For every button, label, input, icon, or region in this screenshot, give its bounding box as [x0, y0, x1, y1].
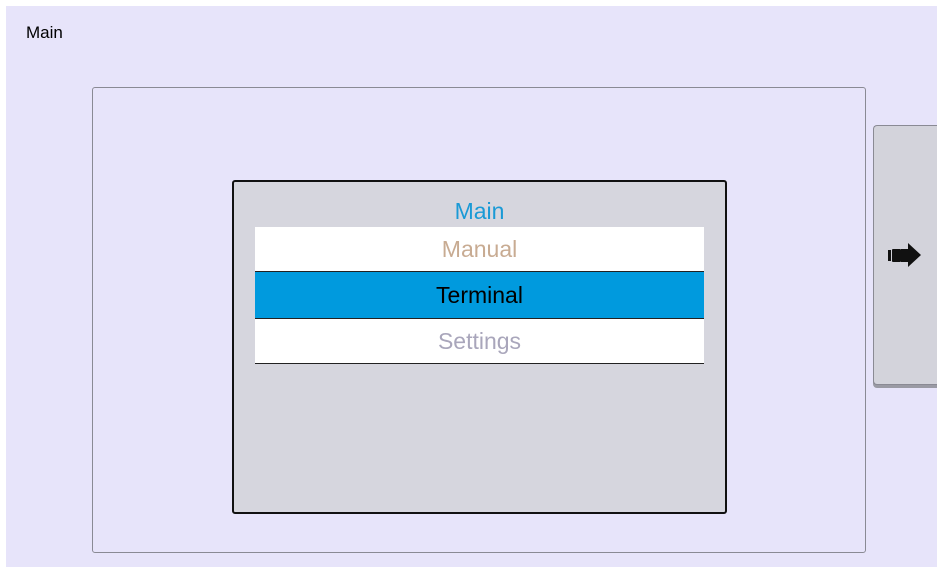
page-title: Main	[26, 23, 63, 42]
screen: Main Main Manual Terminal Settings	[6, 6, 937, 567]
menu-header: Main	[454, 198, 505, 224]
menu-box: Main Manual Terminal Settings	[232, 180, 727, 514]
menu-item-terminal[interactable]: Terminal	[255, 272, 704, 319]
menu-list: Manual Terminal Settings	[255, 227, 704, 364]
next-button[interactable]	[873, 125, 937, 385]
menu-item-manual[interactable]: Manual	[255, 227, 704, 272]
pointing-hand-right-icon	[888, 243, 921, 267]
menu-item-settings[interactable]: Settings	[255, 319, 704, 364]
